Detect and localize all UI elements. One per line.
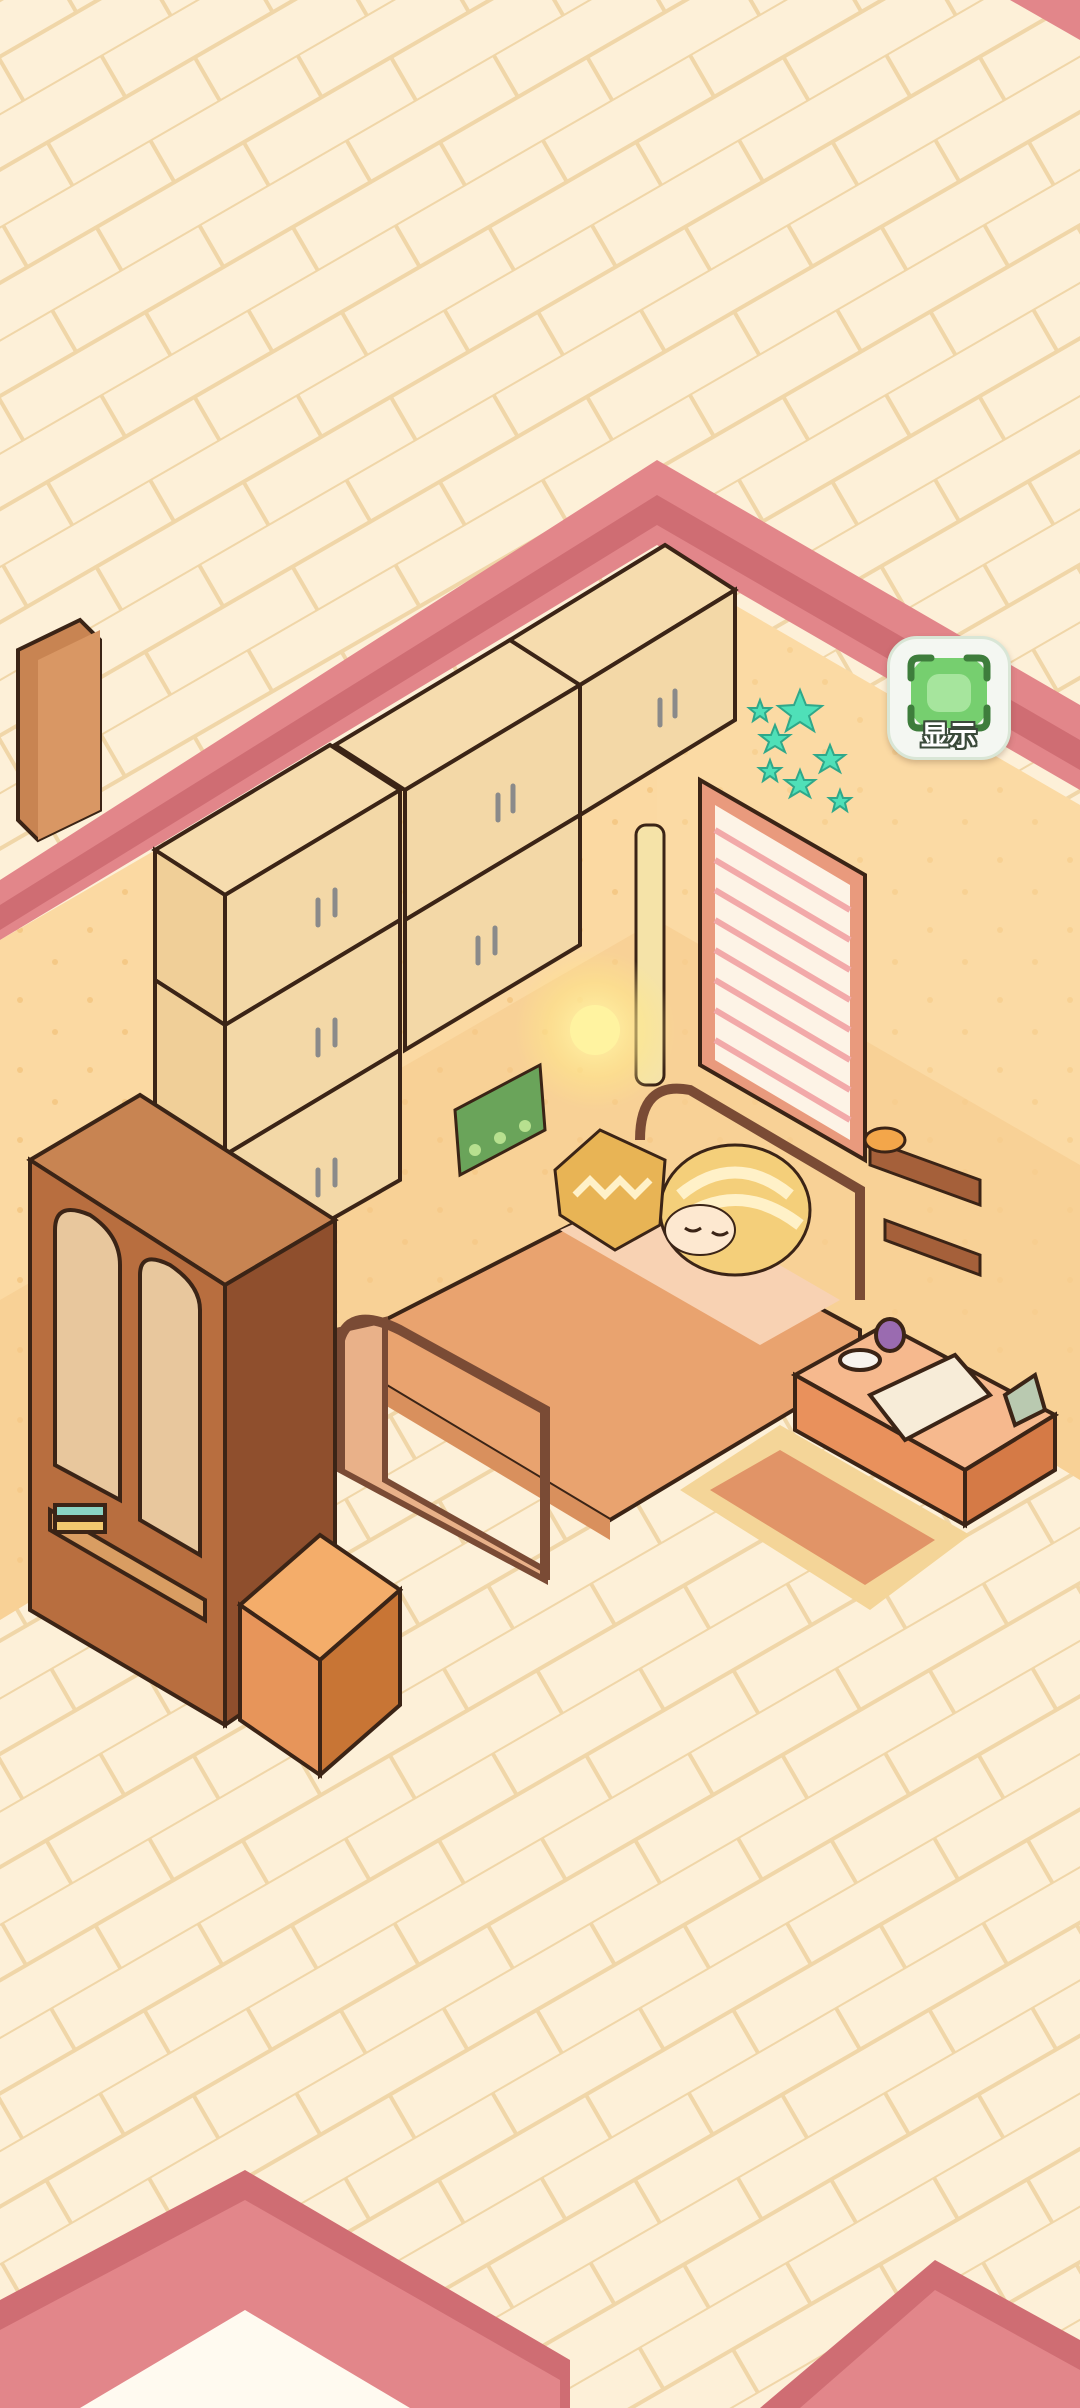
character-sleeping [658,1143,812,1277]
game-viewport: 显示 [0,0,1080,2408]
show-button[interactable]: 显示 [887,636,1011,760]
show-button-label: 显示 [920,719,977,752]
room-scene [0,0,1080,2408]
door [16,617,102,843]
